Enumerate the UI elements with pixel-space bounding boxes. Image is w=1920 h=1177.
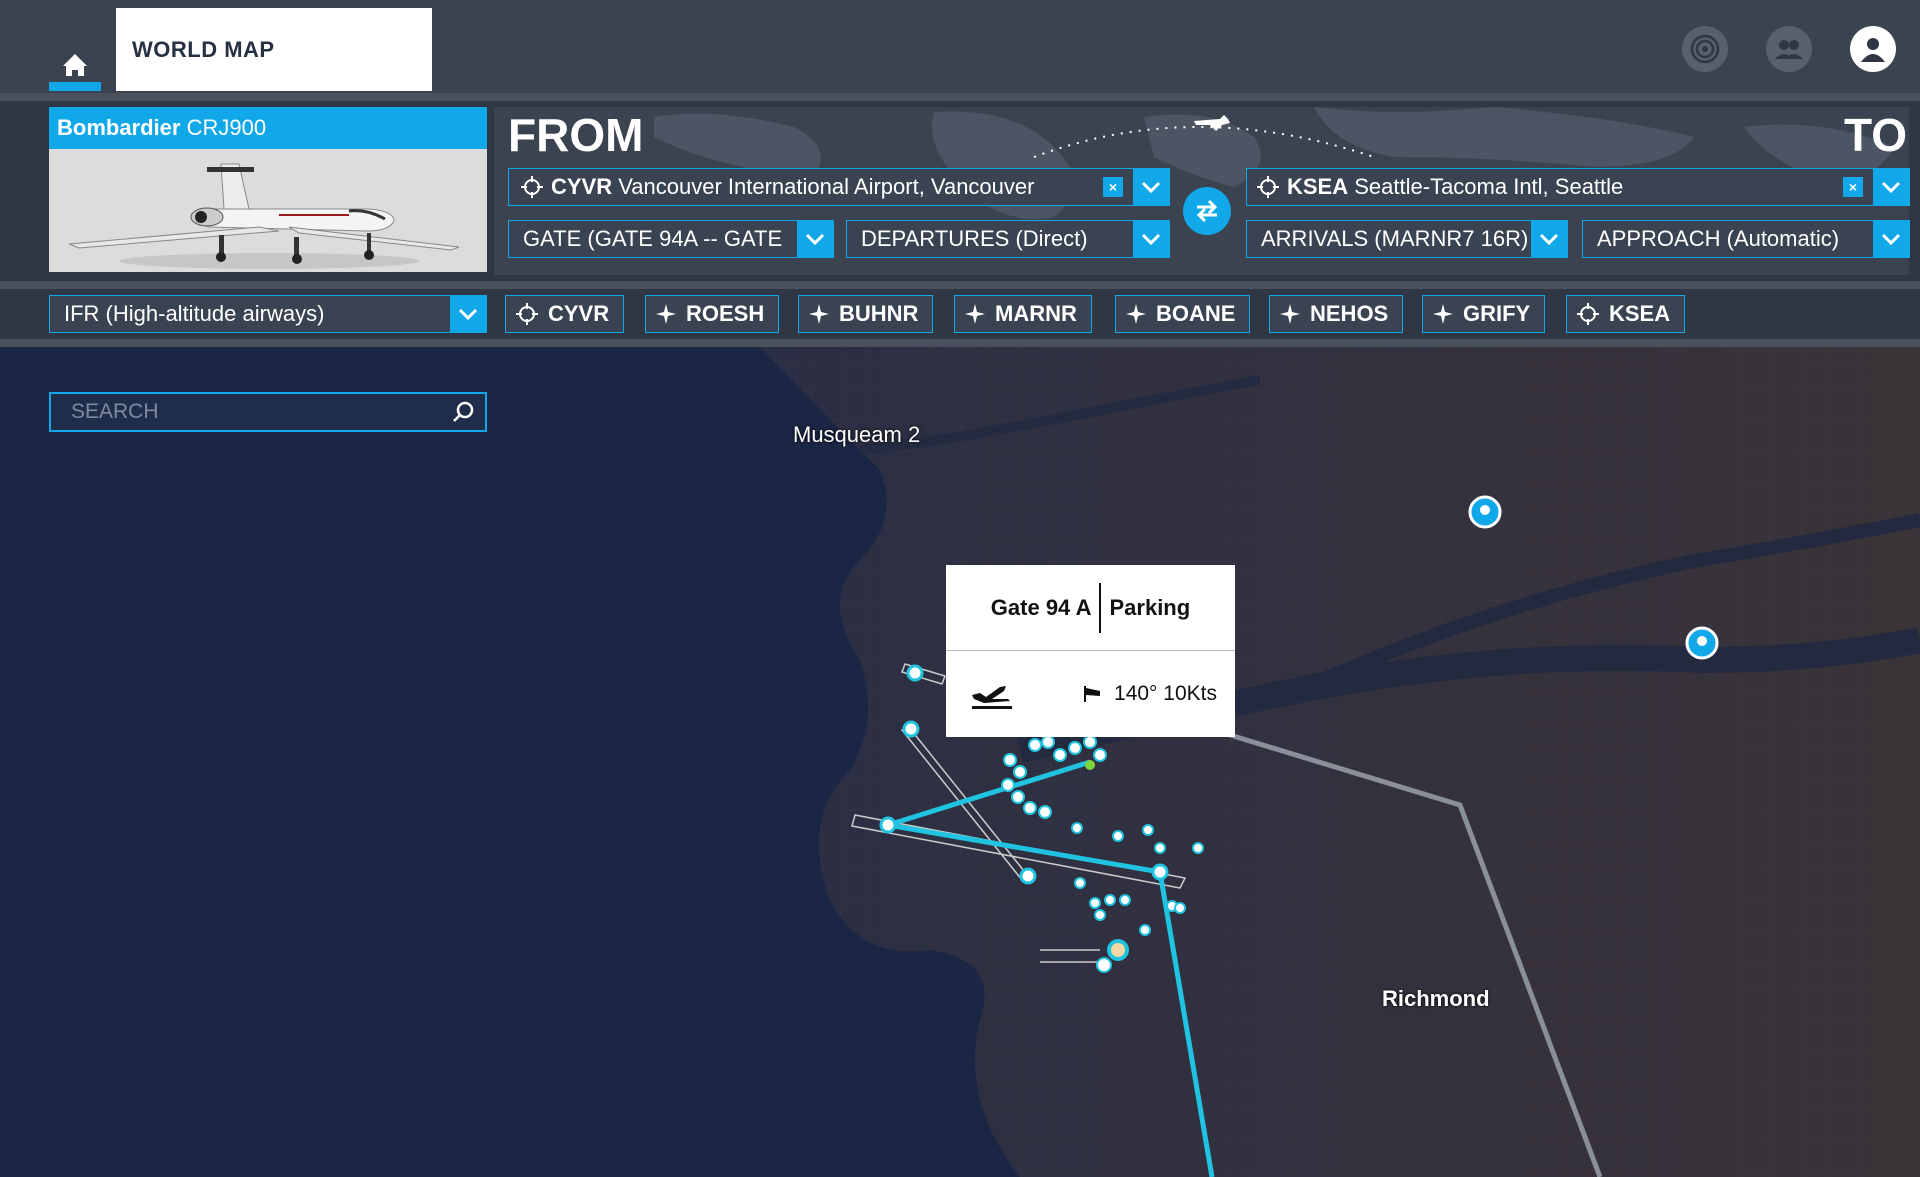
world-map-canvas[interactable] [0, 347, 1920, 1177]
waypoint-chip[interactable]: CYVR [505, 295, 625, 333]
approach-value: APPROACH (Automatic) [1597, 226, 1840, 251]
departure-procedure-value: DEPARTURES (Direct) [861, 226, 1088, 251]
departure-airport-code: CYVR [551, 174, 613, 199]
flight-type-select[interactable]: IFR (High-altitude airways) [49, 295, 487, 333]
waypoint-label: BOANE [1156, 301, 1236, 326]
waypoint-chip[interactable]: KSEA [1566, 295, 1686, 333]
arrival-airport-code: KSEA [1287, 174, 1349, 199]
aircraft-brand: Bombardier [57, 115, 181, 140]
gate-info-popup[interactable]: Gate 94 A Parking 140° 10Kts [946, 565, 1235, 737]
arrival-procedure-field[interactable]: ARRIVALS (MARNR7 16R) [1246, 220, 1568, 258]
chevron-down-icon [1141, 233, 1161, 245]
waypoint-icon [809, 304, 829, 324]
chevron-down-icon [1881, 233, 1901, 245]
search-icon[interactable] [451, 400, 485, 424]
chevron-down-icon [1881, 181, 1901, 193]
arrival-airport-name: Seattle-Tacoma Intl, Seattle [1354, 174, 1624, 199]
popup-gate: Gate 94 A [990, 594, 1092, 620]
waypoint-label: ROESH [686, 301, 765, 326]
waypoint-chip[interactable]: MARNR [954, 295, 1092, 333]
arrival-procedure-dropdown[interactable] [1531, 221, 1567, 257]
map-label-musqueam: Musqueam 2 [793, 422, 921, 447]
friends-icon[interactable] [1766, 26, 1812, 72]
chevron-down-icon [1141, 181, 1161, 193]
map-label-richmond: Richmond [1382, 986, 1490, 1011]
waypoint-icon [965, 304, 985, 324]
approach-field[interactable]: APPROACH (Automatic) [1582, 220, 1910, 258]
arrival-dropdown[interactable] [1873, 169, 1909, 205]
waypoint-chip[interactable]: NEHOS [1269, 295, 1404, 333]
waypoint-chip[interactable]: ROESH [645, 295, 780, 333]
clear-departure-button[interactable]: × [1103, 177, 1123, 197]
map-pin-icon[interactable] [1685, 626, 1719, 660]
top-bar-divider [0, 93, 1920, 101]
waypoint-label: MARNR [995, 301, 1077, 326]
aircraft-title: Bombardier CRJ900 [49, 107, 487, 149]
waypoint-icon [656, 304, 676, 324]
swap-icon [1196, 199, 1218, 223]
clear-arrival-button[interactable]: × [1843, 177, 1863, 197]
departure-parking-field[interactable]: GATE (GATE 94A -- GATE [508, 220, 834, 258]
approach-dropdown[interactable] [1873, 221, 1909, 257]
home-active-indicator [49, 82, 101, 91]
search-input[interactable] [51, 399, 451, 425]
airport-icon [1247, 176, 1279, 198]
world-map-tab[interactable]: WORLD MAP [116, 8, 432, 91]
waypoint-label: NEHOS [1310, 301, 1389, 326]
panel-divider [0, 281, 1920, 289]
waypoint-icon [1280, 304, 1300, 324]
departure-airport-field[interactable]: CYVR Vancouver International Airport, Va… [508, 168, 1170, 206]
waypoint-label: GRIFY [1463, 301, 1531, 326]
world-map-tab-label: WORLD MAP [132, 36, 275, 62]
popup-type: Parking [1109, 594, 1191, 620]
swap-airports-button[interactable] [1183, 187, 1231, 235]
waypoint-chip[interactable]: BOANE [1115, 295, 1251, 333]
chevron-down-icon [458, 308, 478, 320]
target-icon[interactable] [1682, 26, 1728, 72]
arrival-airport-field[interactable]: KSEA Seattle-Tacoma Intl, Seattle × [1246, 168, 1910, 206]
waypoint-chip[interactable]: GRIFY [1422, 295, 1546, 333]
airport-icon [1577, 303, 1599, 325]
chevron-down-icon [1539, 233, 1559, 245]
flight-type-value: IFR (High-altitude airways) [64, 301, 325, 326]
aircraft-model: CRJ900 [186, 115, 267, 140]
waypoint-label: KSEA [1609, 301, 1671, 326]
waypoint-label: BUHNR [839, 301, 919, 326]
waypoint-icon [1126, 304, 1146, 324]
from-heading: FROM [508, 109, 644, 161]
departure-parking-value: GATE (GATE 94A -- GATE [523, 226, 783, 251]
waypoint-chip[interactable]: BUHNR [798, 295, 934, 333]
chevron-down-icon [805, 233, 825, 245]
route-bar-divider [0, 339, 1920, 347]
aircraft-image [49, 149, 487, 272]
waypoint-label: CYVR [548, 301, 610, 326]
airport-icon [516, 303, 538, 325]
popup-divider [1099, 582, 1102, 633]
departure-plane-icon [970, 679, 1014, 709]
arrival-procedure-value: ARRIVALS (MARNR7 16R) [1261, 226, 1529, 251]
map-search[interactable] [49, 392, 487, 432]
popup-wind: 140° 10Kts [1114, 682, 1217, 705]
flight-type-dropdown[interactable] [450, 296, 486, 332]
waypoint-icon [1433, 304, 1453, 324]
departure-dropdown[interactable] [1133, 169, 1169, 205]
departure-airport-name: Vancouver International Airport, Vancouv… [618, 174, 1035, 199]
to-heading: TO [1844, 109, 1908, 161]
departure-procedure-field[interactable]: DEPARTURES (Direct) [846, 220, 1170, 258]
map-pin-icon[interactable] [1468, 495, 1502, 529]
profile-icon[interactable] [1850, 26, 1896, 72]
parking-dropdown[interactable] [797, 221, 833, 257]
airport-icon [509, 176, 543, 198]
aircraft-card[interactable]: Bombardier CRJ900 [49, 107, 487, 272]
departure-procedure-dropdown[interactable] [1133, 221, 1169, 257]
windsock-icon [1082, 684, 1104, 704]
